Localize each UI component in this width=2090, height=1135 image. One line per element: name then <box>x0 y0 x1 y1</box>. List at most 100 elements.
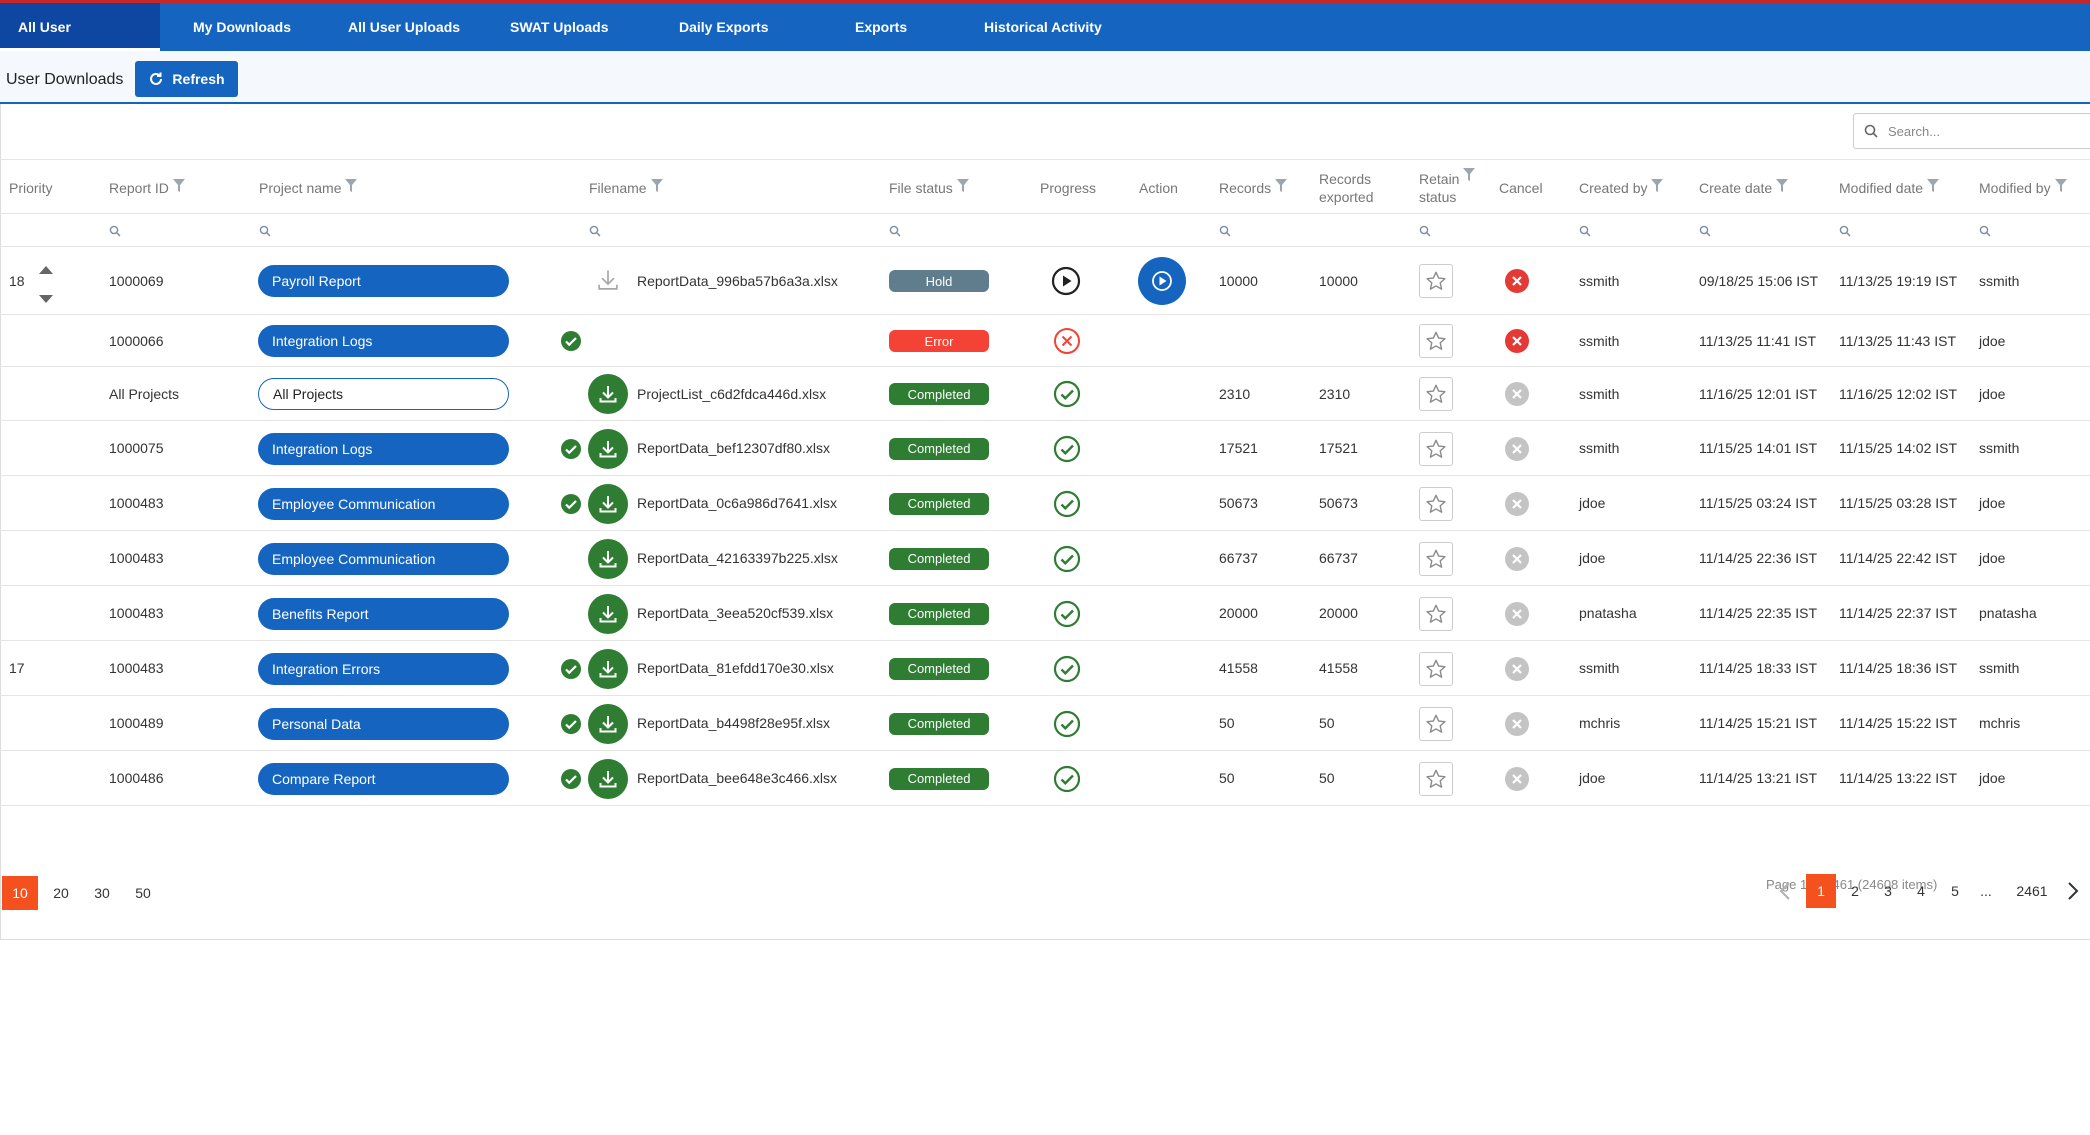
download-button[interactable] <box>588 428 628 469</box>
retain-star-button[interactable] <box>1419 264 1453 298</box>
retain-star-button[interactable] <box>1419 706 1453 741</box>
column-search-icon[interactable] <box>259 224 271 242</box>
col-report-id[interactable]: Report ID <box>109 160 185 215</box>
project-name-pill[interactable]: Employee Communication <box>258 487 509 520</box>
retain-star-button[interactable] <box>1419 596 1453 631</box>
download-button[interactable] <box>588 538 628 579</box>
retain-star-button[interactable] <box>1419 761 1453 796</box>
tab-daily-exports[interactable]: Daily Exports <box>661 3 786 51</box>
project-name-pill[interactable]: Payroll Report <box>258 265 509 297</box>
retain-star-button[interactable] <box>1419 486 1453 521</box>
download-button[interactable] <box>588 758 628 799</box>
col-filename[interactable]: Filename <box>589 160 663 215</box>
tab-swat-uploads[interactable]: SWAT Uploads <box>492 3 627 51</box>
cancel-disabled-icon <box>1504 381 1530 412</box>
column-search-icon[interactable] <box>109 224 121 242</box>
project-name-pill[interactable]: Compare Report <box>258 762 509 795</box>
column-search-icon[interactable] <box>889 224 901 242</box>
tab-historical-activity[interactable]: Historical Activity <box>966 3 1120 51</box>
tab-all-user-uploads[interactable]: All User Uploads <box>330 3 478 51</box>
filter-icon[interactable] <box>345 178 358 197</box>
page-2461[interactable]: 2461 <box>2010 874 2054 908</box>
filename-cell: ReportData_996ba57b6a3a.xlsx <box>637 272 838 289</box>
column-search-icon[interactable] <box>1839 224 1851 242</box>
download-button[interactable] <box>588 648 628 689</box>
priority-up-arrow[interactable] <box>39 261 53 279</box>
action-run-button[interactable] <box>1138 257 1186 310</box>
project-name-pill[interactable]: Employee Communication <box>258 542 509 575</box>
retain-star-button[interactable] <box>1419 377 1453 411</box>
filter-icon[interactable] <box>1776 178 1789 197</box>
filter-icon[interactable] <box>650 178 663 197</box>
priority-down-arrow[interactable] <box>39 291 53 309</box>
col-retain-status[interactable]: Retain status <box>1419 160 1476 215</box>
modified-by-cell: ssmith <box>1979 272 2020 289</box>
filter-icon[interactable] <box>1275 178 1288 197</box>
retain-star-button[interactable] <box>1419 651 1453 686</box>
created-by-cell: jdoe <box>1579 495 1606 511</box>
tab-exports[interactable]: Exports <box>837 3 925 51</box>
page-size-10[interactable]: 10 <box>2 876 38 910</box>
page-5[interactable]: 5 <box>1940 874 1970 908</box>
project-name-pill[interactable]: Integration Errors <box>258 652 509 685</box>
page-size-30[interactable]: 30 <box>84 876 120 910</box>
project-name-pill[interactable]: Benefits Report <box>258 597 509 630</box>
col-created-by[interactable]: Created by <box>1579 160 1664 215</box>
col-progress-label: Progress <box>1040 179 1097 196</box>
col-action[interactable]: Action <box>1139 160 1178 215</box>
cancel-button[interactable] <box>1504 268 1530 299</box>
page-3[interactable]: 3 <box>1873 874 1903 908</box>
filter-icon[interactable] <box>1463 168 1476 186</box>
file-status-badge: Completed <box>889 767 989 790</box>
column-search-icon[interactable] <box>1579 224 1591 242</box>
cancel-button[interactable] <box>1504 328 1530 359</box>
filter-icon[interactable] <box>1927 178 1940 197</box>
col-action-label: Action <box>1139 179 1178 196</box>
filter-icon[interactable] <box>1651 178 1664 197</box>
col-file-status[interactable]: File status <box>889 160 969 215</box>
col-progress[interactable]: Progress <box>1040 160 1096 215</box>
filter-icon[interactable] <box>956 178 969 197</box>
project-name-pill[interactable]: Integration Logs <box>258 325 509 357</box>
col-records-exported[interactable]: Records exported <box>1319 160 1373 215</box>
page-4[interactable]: 4 <box>1906 874 1936 908</box>
col-create-date[interactable]: Create date <box>1699 160 1789 215</box>
search-input[interactable]: Search... <box>1853 113 2090 149</box>
retain-star-button[interactable] <box>1419 324 1453 358</box>
tab-my-downloads[interactable]: My Downloads <box>175 3 309 51</box>
download-button[interactable] <box>588 483 628 524</box>
col-project-name[interactable]: Project name <box>259 160 358 215</box>
next-page-button[interactable] <box>2060 874 2086 908</box>
filter-icon[interactable] <box>172 178 185 197</box>
progress-play-icon[interactable] <box>1051 266 1081 301</box>
page-size-50[interactable]: 50 <box>125 876 161 910</box>
col-priority[interactable]: Priority <box>9 160 53 215</box>
page-size-20[interactable]: 20 <box>43 876 79 910</box>
filter-icon[interactable] <box>2054 178 2067 197</box>
column-search-icon[interactable] <box>589 224 601 242</box>
download-button[interactable] <box>588 374 628 414</box>
download-button[interactable] <box>588 593 628 634</box>
page-2[interactable]: 2 <box>1840 874 1870 908</box>
column-search-icon[interactable] <box>1419 224 1431 242</box>
column-search-icon[interactable] <box>1699 224 1711 242</box>
column-search-icon[interactable] <box>1219 224 1231 242</box>
modified-by-cell: jdoe <box>1979 495 2006 511</box>
download-button[interactable] <box>588 703 628 744</box>
col-modified-date[interactable]: Modified date <box>1839 160 1940 215</box>
records-cell: 20000 <box>1219 605 1258 621</box>
col-records[interactable]: Records <box>1219 160 1288 215</box>
tab-all-user-downloads[interactable]: All User Downloads <box>0 3 160 83</box>
page-1[interactable]: 1 <box>1806 874 1836 908</box>
project-name-pill[interactable]: Integration Logs <box>258 432 509 465</box>
col-modified-by[interactable]: Modified by <box>1979 160 2067 215</box>
retain-star-button[interactable] <box>1419 541 1453 576</box>
col-cancel[interactable]: Cancel <box>1499 160 1543 215</box>
prev-page-button[interactable] <box>1772 874 1798 908</box>
retain-star-button[interactable] <box>1419 431 1453 466</box>
success-check-icon <box>560 493 582 520</box>
project-name-pill[interactable]: Personal Data <box>258 707 509 740</box>
project-name-pill[interactable]: All Projects <box>258 378 509 410</box>
column-search-icon[interactable] <box>1979 224 1991 242</box>
refresh-button[interactable]: Refresh <box>135 61 238 97</box>
